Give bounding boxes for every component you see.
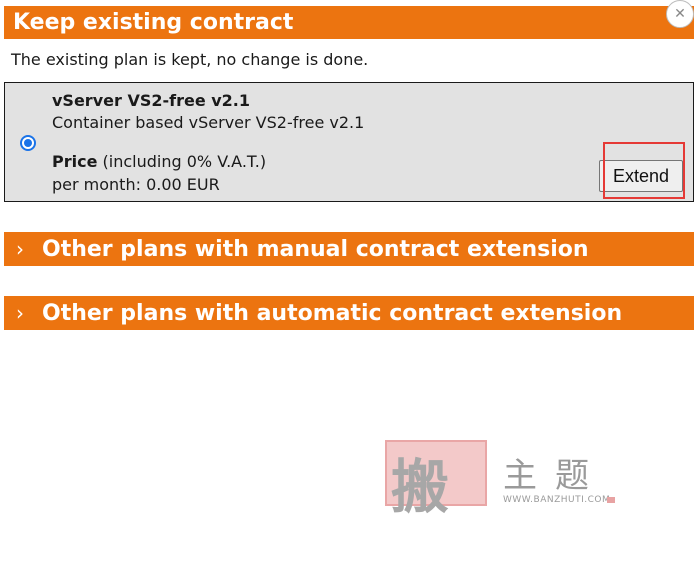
plan-name: vServer VS2-free v2.1 <box>52 91 251 110</box>
automatic-extension-title: Other plans with automatic contract exte… <box>42 301 623 326</box>
chevron-right-icon: › <box>16 301 24 325</box>
watermark-seal-text: 搬 <box>391 453 450 521</box>
plan-option[interactable]: vServer VS2-free v2.1 Container based vS… <box>4 82 694 202</box>
watermark-logo: 搬 主题 WWW.BANZHUTI.COM <box>385 440 620 521</box>
keep-contract-header: Keep existing contract ✕ <box>4 0 694 39</box>
highlight-box <box>603 142 685 199</box>
manual-extension-section-toggle[interactable]: › Other plans with manual contract extens… <box>4 232 694 266</box>
plan-radio-button[interactable] <box>20 135 36 151</box>
watermark-url: WWW.BANZHUTI.COM <box>503 495 611 505</box>
manual-extension-title: Other plans with manual contract extensi… <box>42 237 589 262</box>
chevron-right-icon: › <box>16 237 24 261</box>
price-per-month: per month: 0.00 EUR <box>52 175 220 194</box>
keep-contract-title: Keep existing contract <box>13 10 294 35</box>
close-icon[interactable]: ✕ <box>666 0 694 28</box>
price-label: Price <box>52 152 98 171</box>
watermark-seal: 搬 <box>385 440 487 521</box>
keep-contract-description: The existing plan is kept, no change is … <box>11 50 369 69</box>
watermark-text: 主题 <box>503 456 607 496</box>
watermark-dot <box>607 497 615 503</box>
price-note: (including 0% V.A.T.) <box>97 152 267 171</box>
price-line: Price (including 0% V.A.T.) <box>52 152 266 171</box>
plan-description: Container based vServer VS2-free v2.1 <box>52 113 365 132</box>
automatic-extension-section-toggle[interactable]: › Other plans with automatic contract ext… <box>4 296 694 330</box>
